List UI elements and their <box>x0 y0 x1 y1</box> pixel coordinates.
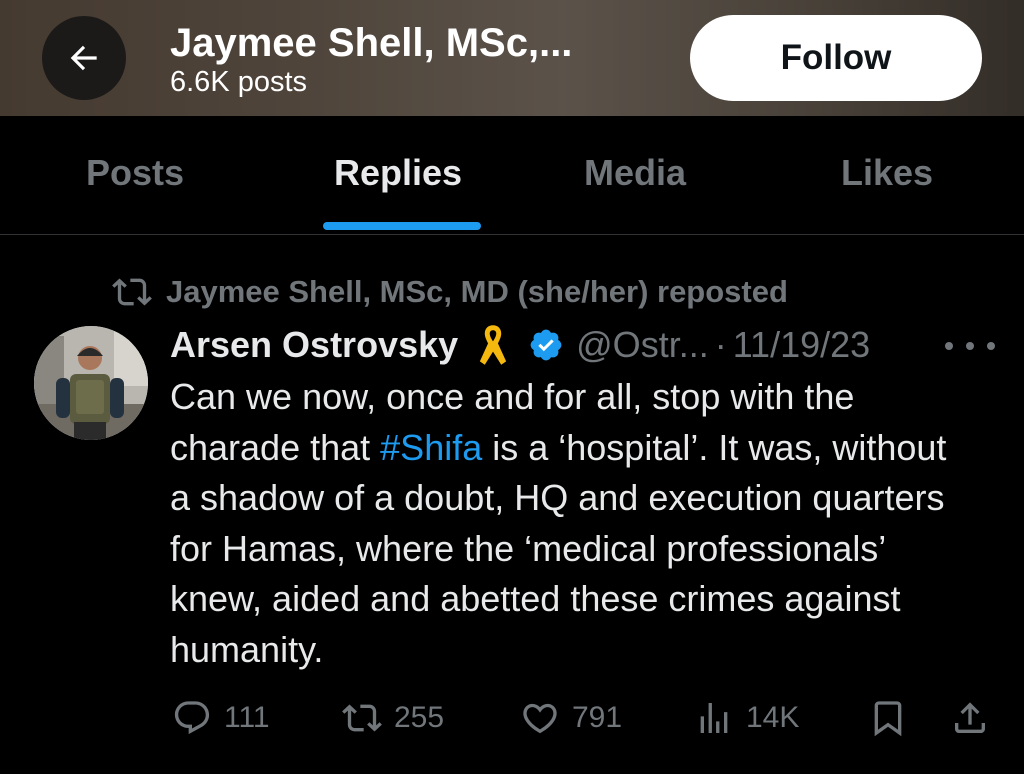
profile-name: Jaymee Shell, MSc,... <box>170 21 573 65</box>
more-dot-icon <box>966 342 974 350</box>
author-handle[interactable]: @Ostr... <box>576 324 709 366</box>
views-chart-icon <box>700 703 728 733</box>
like-button[interactable]: 791 <box>520 696 622 740</box>
repost-icon <box>112 278 152 306</box>
follow-button[interactable]: Follow <box>690 15 982 101</box>
reply-button[interactable]: 111 <box>172 696 270 740</box>
views-button[interactable]: 14K <box>694 696 799 740</box>
repost-text: Jaymee Shell, MSc, MD (she/her) reposted <box>166 274 788 309</box>
tab-replies[interactable]: Replies <box>334 152 462 194</box>
tab-posts[interactable]: Posts <box>86 152 184 194</box>
share-button[interactable] <box>950 696 990 740</box>
share-icon <box>955 702 985 733</box>
post-text: Can we now, once and for all, stop with … <box>170 372 970 675</box>
more-dot-icon <box>987 342 995 350</box>
bookmark-icon <box>874 701 902 737</box>
back-button[interactable] <box>42 16 126 100</box>
avatar[interactable] <box>34 326 148 440</box>
repost-button[interactable]: 255 <box>342 696 444 740</box>
verified-badge-icon[interactable] <box>528 327 564 363</box>
tab-media[interactable]: Media <box>584 152 686 194</box>
profile-tabs: Posts Replies Media Likes <box>0 116 1024 235</box>
reply-count: 111 <box>224 701 270 734</box>
tab-likes[interactable]: Likes <box>841 152 933 194</box>
views-count: 14K <box>746 701 800 734</box>
profile-header: Jaymee Shell, MSc,... 6.6K posts Follow <box>0 0 1024 116</box>
more-options-button[interactable] <box>945 326 995 366</box>
repost-context[interactable]: Jaymee Shell, MSc, MD (she/her) reposted <box>112 272 788 312</box>
avatar-photo <box>34 326 148 440</box>
active-tab-indicator <box>323 222 481 230</box>
author-name[interactable]: Arsen Ostrovsky <box>170 324 458 366</box>
reply-icon <box>174 701 210 735</box>
like-count: 791 <box>572 701 623 734</box>
repost-icon <box>342 704 382 732</box>
repost-count: 255 <box>394 701 445 734</box>
yellow-ribbon-icon <box>479 325 507 365</box>
hashtag-link[interactable]: #Shifa <box>380 427 482 468</box>
arrow-left-icon <box>70 45 97 71</box>
more-dot-icon <box>945 342 953 350</box>
posts-count: 6.6K posts <box>170 66 308 98</box>
bookmark-button[interactable] <box>868 696 908 740</box>
heart-icon <box>523 703 557 734</box>
header-title-block: Jaymee Shell, MSc,... 6.6K posts <box>170 20 650 98</box>
meta-separator: · <box>714 324 727 365</box>
post-author-line: Arsen Ostrovsky @Ostr... · 11/19/23 <box>170 322 870 368</box>
post-date[interactable]: 11/19/23 <box>733 324 870 366</box>
